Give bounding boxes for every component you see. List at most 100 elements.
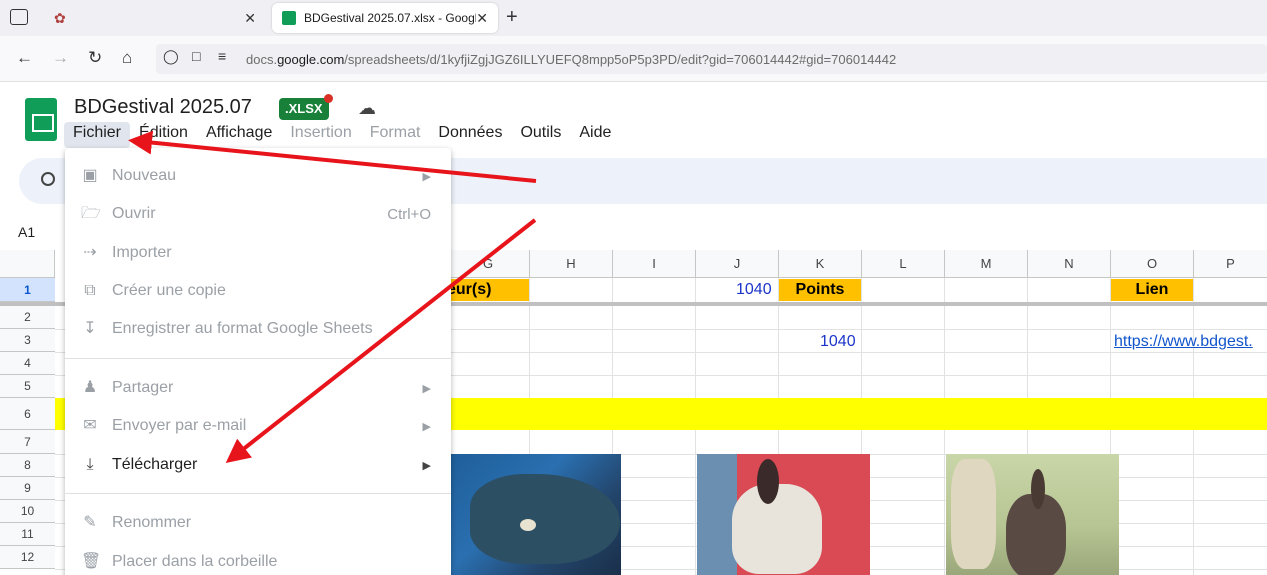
menu-edition[interactable]: Édition [130,122,197,148]
row-header-6[interactable]: 6 [0,398,55,430]
browser-tab-inactive[interactable]: ✿ ✕ [44,3,266,33]
menu-item-label: Importer [112,244,172,261]
folder-icon: 🗁 [81,205,101,222]
menu-item-label: Partager [112,379,174,396]
download-icon: ⤓ [86,456,94,473]
row-header-7[interactable]: 7 [0,430,55,454]
document-title[interactable]: BDGestival 2025.07 [74,96,252,119]
menu-affichage[interactable]: Affichage [197,122,281,148]
save-icon: ↧ [83,320,97,337]
menu-item-renommer[interactable]: ✎ Renommer [65,504,451,542]
menu-insertion[interactable]: Insertion [281,122,360,148]
url-bar[interactable]: docs. google.com/spreadsheets/d/1kyfjiZgj… [156,44,1267,74]
row-header-1[interactable]: 1 [0,278,55,302]
menu-format[interactable]: Format [361,122,430,148]
forward-icon[interactable]: → [52,48,69,68]
select-all-corner[interactable] [0,250,55,278]
new-tab-icon[interactable]: + [506,6,518,29]
comic-cover-image-1[interactable] [450,454,621,575]
shield-icon[interactable]: ◯ [163,48,179,65]
column-header-m[interactable]: M [945,250,1028,278]
menu-item-ouvrir[interactable]: 🗁 Ouvrir Ctrl+O [65,195,451,233]
row-header-11[interactable]: 11 [0,523,55,546]
menu-item-label: Renommer [112,514,192,531]
row-header-9[interactable]: 9 [0,477,55,500]
url-domain: google.com [277,51,345,67]
plus-icon: ▣ [82,167,98,184]
cell-k3[interactable]: 1040 [820,333,856,351]
submenu-arrow-icon: ▶ [422,420,431,433]
menu-item-enregistrer-google-sheets[interactable]: ↧ Enregistrer au format Google Sheets [65,310,451,348]
tab-list-icon[interactable] [10,9,28,25]
notification-dot [324,94,333,103]
image-detail [470,474,620,564]
column-header-p[interactable]: P [1194,250,1267,278]
menu-item-partager[interactable]: ♟ Partager ▶ [65,369,451,407]
search-menus-icon[interactable] [41,172,55,186]
column-header-n[interactable]: N [1028,250,1111,278]
menu-outils[interactable]: Outils [511,122,570,148]
sheets-logo-icon[interactable] [25,98,57,141]
menu-item-label: Ouvrir [112,205,156,222]
menu-item-corbeille[interactable]: 🗑 Placer dans la corbeille [65,543,451,575]
menu-item-telecharger[interactable]: ⤓ Télécharger ▶ [65,446,451,484]
lock-icon[interactable]: □ [192,48,200,64]
column-header-j[interactable]: J [696,250,779,278]
row-header-5[interactable]: 5 [0,375,55,398]
menu-item-nouveau[interactable]: ▣ Nouveau ▶ [65,157,451,195]
xlsx-badge[interactable]: .XLSX [279,98,329,120]
screen: ✿ ✕ BDGestival 2025.07.xlsx - Google She… [0,0,1267,575]
row-header-2[interactable]: 2 [0,306,55,329]
mail-icon: ✉ [83,417,97,434]
menu-item-label: Enregistrer au format Google Sheets [112,320,373,337]
cell-o1[interactable]: Lien [1111,279,1193,301]
menu-donnees[interactable]: Données [429,122,511,148]
reload-icon[interactable]: ↻ [88,48,102,68]
image-detail [951,459,996,569]
browser-tab-active[interactable]: BDGestival 2025.07.xlsx - Google Sheets … [272,3,498,33]
close-tab-icon[interactable]: ✕ [476,10,488,27]
close-tab-icon[interactable]: ✕ [244,10,256,27]
column-header-g[interactable]: G [447,250,530,278]
url-path: /spreadsheets/d/1kyfjiZgjJGZ6ILLYUEFQ8mp… [344,51,897,67]
menu-fichier[interactable]: Fichier [64,122,131,148]
row-header-12[interactable]: 12 [0,546,55,569]
file-menu-dropdown: ▣ Nouveau ▶ 🗁 Ouvrir Ctrl+O ⇢ Importer ⧉… [65,148,451,575]
row-header-8[interactable]: 8 [0,454,55,477]
row-header-10[interactable]: 10 [0,500,55,523]
column-header-h[interactable]: H [530,250,613,278]
menu-item-envoyer-email[interactable]: ✉ Envoyer par e-mail ▶ [65,407,451,445]
column-header-i[interactable]: I [613,250,696,278]
name-box[interactable]: A1 [18,224,35,240]
menu-item-label: Nouveau [112,167,177,184]
submenu-arrow-icon: ▶ [422,170,431,183]
sheets-favicon-icon [282,11,296,25]
column-header-k[interactable]: K [779,250,862,278]
shortcut-label: Ctrl+O [387,205,431,223]
cloud-status-icon[interactable]: ☁ [358,98,376,119]
share-icon: ♟ [82,379,98,396]
back-icon[interactable]: ← [16,48,33,68]
pencil-icon: ✎ [83,514,97,531]
permissions-icon[interactable]: ≡ [218,48,226,64]
row-header-4[interactable]: 4 [0,352,55,375]
menu-item-creer-copie[interactable]: ⧉ Créer une copie [65,272,451,310]
menu-item-importer[interactable]: ⇢ Importer [65,234,451,272]
home-icon[interactable]: ⌂ [122,48,132,68]
cell-k1[interactable]: Points [779,279,861,301]
column-header-l[interactable]: L [862,250,945,278]
comic-cover-image-2[interactable] [697,454,870,575]
submenu-arrow-icon: ▶ [422,382,431,395]
cell-o3-link[interactable]: https://www.bdgest. [1114,333,1253,351]
menu-bar: Fichier Édition Affichage Insertion Form… [64,122,620,148]
comic-cover-image-3[interactable] [946,454,1119,575]
column-header-o[interactable]: O [1111,250,1194,278]
cell-j1[interactable]: 1040 [736,281,772,299]
menu-item-label: Créer une copie [112,282,226,299]
image-detail [732,484,822,574]
cell-g1[interactable]: eur(s) [447,279,529,301]
row-header-3[interactable]: 3 [0,329,55,352]
browser-nav-bar: ← → ↻ ⌂ docs. google.com/spreadsheets/d/1… [0,36,1267,82]
submenu-arrow-icon: ▶ [422,459,431,472]
menu-aide[interactable]: Aide [570,122,620,148]
